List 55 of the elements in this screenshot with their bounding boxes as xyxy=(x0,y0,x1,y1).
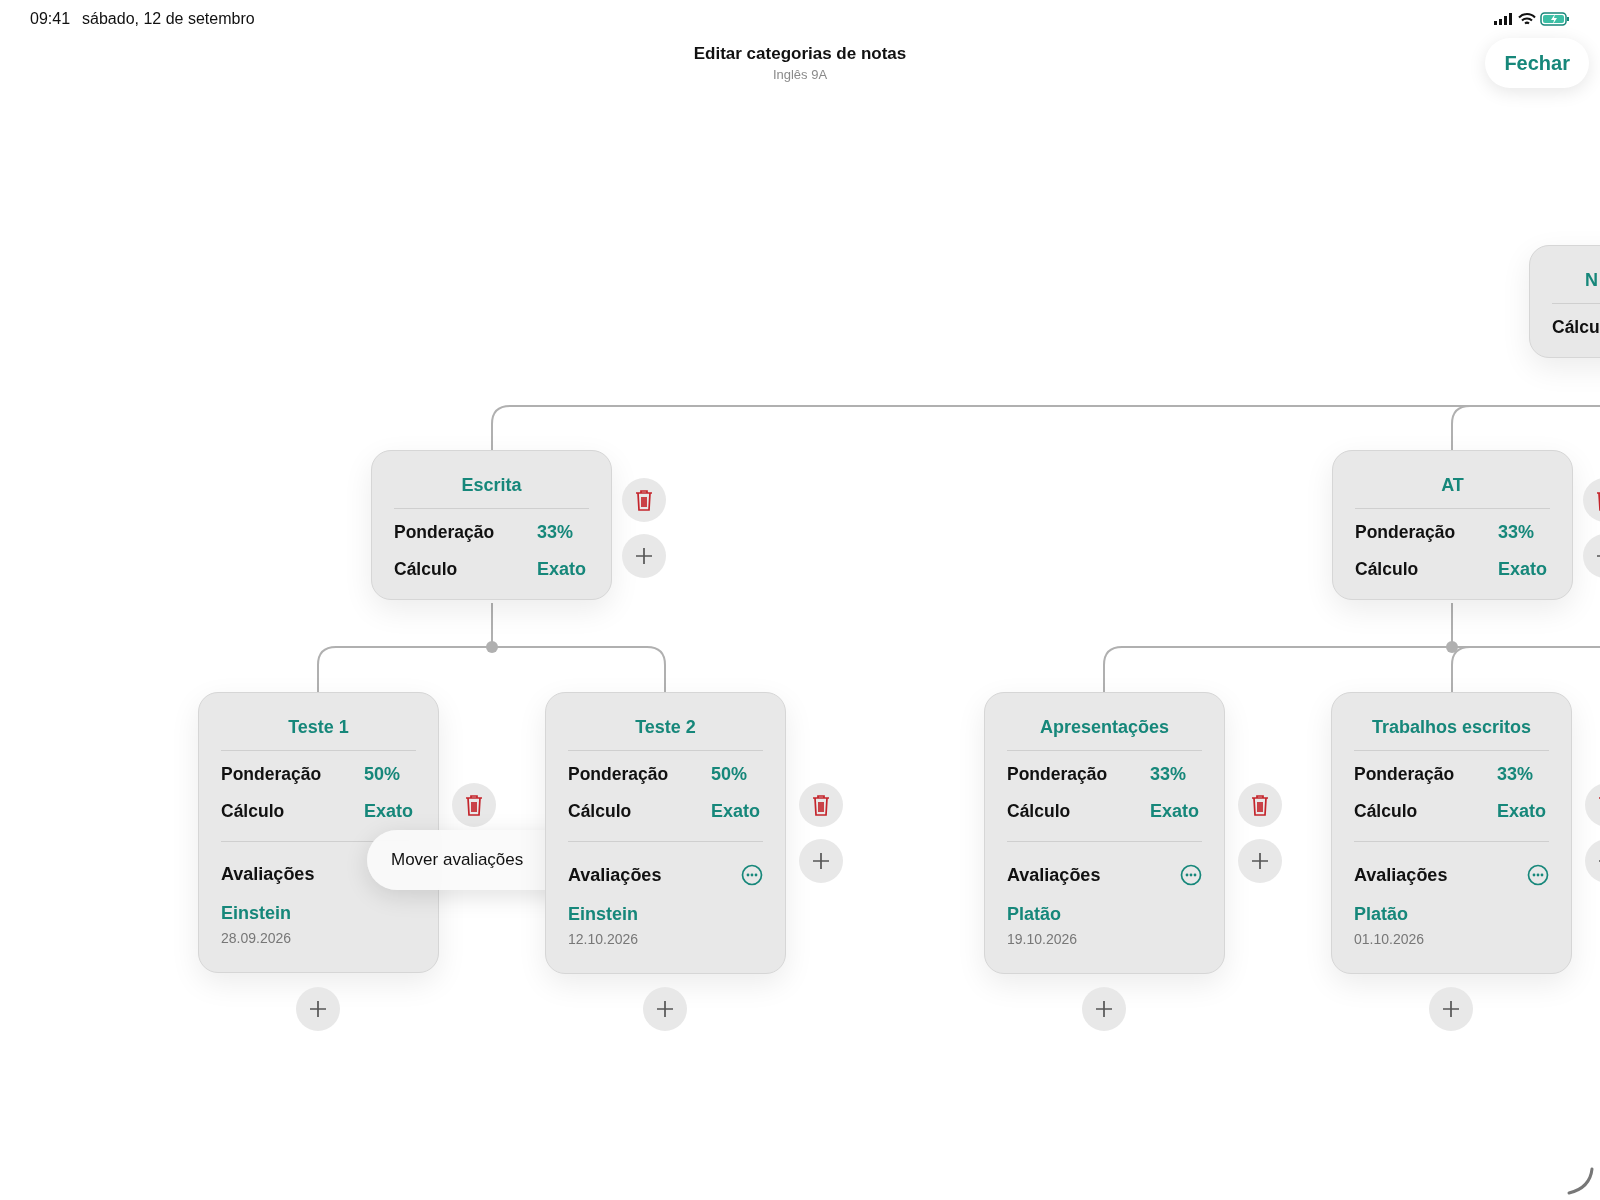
row-value[interactable]: Exato xyxy=(1497,801,1549,822)
category-title: N xyxy=(1584,269,1599,292)
category-title: Teste 1 xyxy=(287,716,350,739)
row-value[interactable]: Exato xyxy=(537,559,589,580)
category-title: AT xyxy=(1440,474,1465,497)
category-card[interactable]: AT Ponderação 33% Cálculo Exato xyxy=(1332,450,1573,600)
status-date: sábado, 12 de setembro xyxy=(82,10,255,28)
row-value[interactable]: 33% xyxy=(1498,522,1550,543)
assessment-date: 01.10.2026 xyxy=(1354,931,1426,949)
category-card[interactable]: Apresentações Ponderação 33% Cálculo Exato Avaliações Platão 19.10.2026 xyxy=(984,692,1225,974)
category-card[interactable]: Trabalhos escritos Ponderação 33% Cálculo Exato Avaliações Platão 01.10.2026 xyxy=(1331,692,1572,974)
assessment-name[interactable]: Einstein xyxy=(221,903,416,924)
row-label: Ponderação xyxy=(1007,764,1108,785)
category-title: Trabalhos escritos xyxy=(1370,716,1533,739)
page-subtitle: Inglês 9A xyxy=(772,67,828,82)
row-value[interactable]: Exato xyxy=(711,801,763,822)
assessments-label: Avaliações xyxy=(1354,864,1448,886)
row-label: Ponderação xyxy=(568,764,669,785)
row-label: Cálcu xyxy=(1552,317,1600,338)
row-label: Cálculo xyxy=(568,801,632,822)
row-label: Ponderação xyxy=(1355,522,1456,543)
row-value[interactable]: 33% xyxy=(1497,764,1549,785)
page-title: Editar categorias de notas xyxy=(693,44,907,64)
row-value[interactable]: 50% xyxy=(364,764,416,785)
category-title: Escrita xyxy=(460,474,523,497)
category-title: Apresentações xyxy=(1038,716,1171,739)
assessments-label: Avaliações xyxy=(568,864,662,886)
row-value[interactable]: Exato xyxy=(1150,801,1202,822)
assessment-name[interactable]: Platão xyxy=(1354,904,1549,925)
row-label: Cálculo xyxy=(1007,801,1071,822)
row-value[interactable]: Exato xyxy=(1498,559,1550,580)
row-label: Cálculo xyxy=(1354,801,1418,822)
assessments-label: Avaliações xyxy=(221,864,315,885)
row-label: Ponderação xyxy=(221,764,322,785)
category-card[interactable]: Escrita Ponderação 33% Cálculo Exato xyxy=(371,450,612,600)
assessment-date: 19.10.2026 xyxy=(1007,931,1079,949)
row-label: Cálculo xyxy=(221,801,285,822)
category-card[interactable]: N Cálcu xyxy=(1529,245,1600,358)
assessment-date: 28.09.2026 xyxy=(221,930,293,948)
row-label: Ponderação xyxy=(1354,764,1455,785)
row-value[interactable]: 33% xyxy=(1150,764,1202,785)
row-label: Cálculo xyxy=(1355,559,1419,580)
row-value[interactable]: 50% xyxy=(711,764,763,785)
category-card[interactable]: Teste 2 Ponderação 50% Cálculo Exato Avaliações Einstein 12.10.2026 xyxy=(545,692,786,974)
assessment-date: 12.10.2026 xyxy=(568,931,640,949)
assessment-name[interactable]: Platão xyxy=(1007,904,1202,925)
row-label: Cálculo xyxy=(394,559,458,580)
close-button[interactable]: Fechar xyxy=(1485,38,1589,88)
assessments-label: Avaliações xyxy=(1007,864,1101,886)
status-time: 09:41 xyxy=(30,10,71,28)
assessment-name[interactable]: Einstein xyxy=(568,904,763,925)
category-title: Teste 2 xyxy=(634,716,697,739)
row-value[interactable]: Exato xyxy=(364,801,416,822)
row-label: Ponderação xyxy=(394,522,495,543)
row-value[interactable]: 33% xyxy=(537,522,589,543)
